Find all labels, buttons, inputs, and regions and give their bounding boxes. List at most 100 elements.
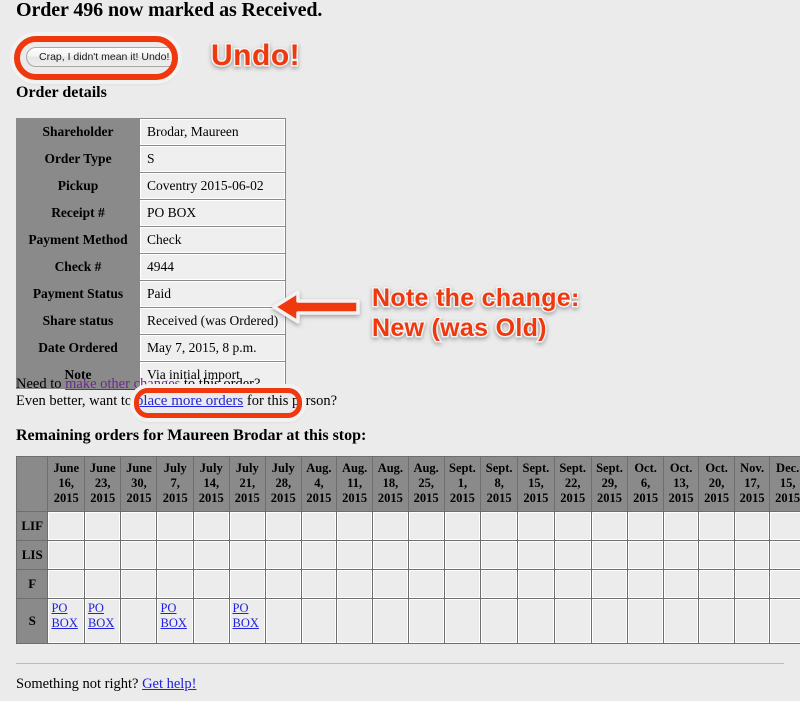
grid-date-header-line: July: [199, 461, 223, 475]
grid-date-header: Aug. 18, 2015: [373, 457, 408, 511]
remaining-orders-tbody: LIF LIS F S PO BOX PO BOX PO BOX PO BOX: [17, 512, 800, 643]
grid-cell: [770, 512, 800, 540]
grid-cell: [444, 599, 481, 643]
grid-date-header-line: 20,: [708, 476, 725, 490]
grid-cell: [84, 541, 121, 569]
grid-date-header-line: 2015: [198, 491, 224, 505]
grid-cell: [734, 541, 770, 569]
grid-cell: [121, 599, 157, 643]
row-label-share-status: Share status: [17, 308, 139, 334]
grid-date-header-line: 21,: [239, 476, 256, 490]
grid-date-header-line: 16,: [58, 476, 75, 490]
grid-cell: [373, 599, 408, 643]
grid-cell: [591, 512, 628, 540]
grid-date-header-line: June: [53, 461, 80, 475]
grid-date-header-line: Sept.: [485, 461, 513, 475]
po-box-link[interactable]: PO BOX: [88, 601, 118, 631]
grid-date-header-line: 2015: [342, 491, 368, 505]
table-row: Pickup Coventry 2015-06-02: [17, 173, 286, 199]
place-orders-paragraph: Even better, want to place more orders f…: [16, 393, 337, 410]
grid-date-header-line: 22,: [564, 476, 581, 490]
grid-date-header-line: 2015: [270, 491, 296, 505]
grid-date-header-line: Sept.: [596, 461, 623, 475]
grid-date-header: July 14, 2015: [194, 457, 229, 511]
grid-date-header: Sept. 29, 2015: [591, 457, 628, 511]
grid-date-header-line: 7,: [170, 476, 180, 490]
grid-date-header-line: June: [126, 461, 152, 475]
grid-date-header-line: 25,: [418, 476, 434, 490]
grid-cell: PO BOX: [157, 599, 193, 643]
grid-date-header-line: 2015: [560, 491, 586, 505]
grid-cell: [699, 599, 734, 643]
grid-corner-cell: [17, 457, 48, 511]
grid-date-header: July 28, 2015: [266, 457, 301, 511]
grid-date-header-line: 2015: [53, 491, 79, 505]
grid-cell: [734, 570, 770, 598]
grid-date-header: Aug. 11, 2015: [337, 457, 373, 511]
grid-date-header: Aug. 4, 2015: [301, 457, 337, 511]
grid-date-header: Aug. 25, 2015: [408, 457, 444, 511]
grid-cell: [591, 599, 628, 643]
grid-cell: [554, 512, 591, 540]
grid-cell: [229, 541, 266, 569]
grid-date-header-line: 2015: [377, 491, 403, 505]
table-row: LIS: [17, 541, 800, 569]
grid-date-header-line: 2015: [633, 491, 659, 505]
grid-cell: [48, 512, 84, 540]
remaining-orders-table: June 16, 2015 June 23, 2015 June 30, 2015 July 7, 2…: [16, 456, 800, 644]
grid-date-header-line: Sept.: [559, 461, 587, 475]
grid-cell: [194, 599, 229, 643]
row-value-payment-status: Paid: [140, 281, 286, 307]
grid-cell: [48, 541, 84, 569]
grid-date-header-line: Oct.: [634, 461, 657, 475]
row-label-check-number: Check #: [17, 254, 139, 280]
grid-cell: [266, 599, 301, 643]
grid-date-header-line: July: [271, 461, 295, 475]
grid-date-header: July 7, 2015: [157, 457, 193, 511]
grid-cell: [337, 599, 373, 643]
grid-date-header-line: Aug.: [306, 461, 332, 475]
place-more-orders-link[interactable]: place more orders: [136, 393, 243, 409]
grid-cell: [373, 570, 408, 598]
grid-row-label-s: S: [17, 599, 48, 643]
grid-date-header-line: 17,: [744, 476, 760, 490]
grid-date-header-line: Aug.: [413, 461, 439, 475]
grid-cell: [734, 512, 770, 540]
grid-date-header-line: 28,: [275, 476, 292, 490]
row-value-share-status: Received (was Ordered): [140, 308, 286, 334]
grid-date-header-line: 14,: [203, 476, 220, 490]
grid-date-header-line: 2015: [90, 491, 116, 505]
grid-cell: [481, 512, 518, 540]
make-other-changes-link[interactable]: make other changes: [65, 376, 180, 392]
grid-cell: [266, 541, 301, 569]
remaining-orders-heading: Remaining orders for Maureen Brodar at t…: [16, 427, 367, 444]
get-help-link[interactable]: Get help!: [142, 676, 196, 692]
grid-date-header: June 23, 2015: [84, 457, 121, 511]
annotation-note-line2: New (was Old): [371, 313, 548, 344]
po-box-link[interactable]: PO BOX: [233, 601, 263, 631]
grid-date-header-line: Aug.: [377, 461, 404, 475]
undo-button[interactable]: Crap, I didn't mean it! Undo!: [26, 47, 183, 67]
grid-date-header-line: 23,: [94, 476, 111, 490]
grid-cell: [337, 541, 373, 569]
grid-cell: PO BOX: [84, 599, 121, 643]
grid-date-header-line: July: [163, 461, 187, 475]
row-value-date-ordered: May 7, 2015, 8 p.m.: [140, 335, 286, 361]
grid-cell: [194, 541, 229, 569]
row-value-receipt: PO BOX: [140, 200, 286, 226]
grid-cell: [229, 512, 266, 540]
grid-cell: [444, 570, 481, 598]
annotation-note-line1: Note the change:: [371, 283, 581, 314]
grid-cell: [481, 541, 518, 569]
po-box-link[interactable]: PO BOX: [160, 601, 190, 631]
grid-date-header-line: 2015: [523, 491, 549, 505]
grid-date-header-line: 13,: [673, 476, 689, 490]
grid-cell: [554, 541, 591, 569]
grid-cell: [301, 599, 337, 643]
po-box-link[interactable]: PO BOX: [51, 601, 81, 631]
table-row: S PO BOX PO BOX PO BOX PO BOX: [17, 599, 800, 643]
grid-cell: [229, 570, 266, 598]
grid-date-header: June 30, 2015: [121, 457, 157, 511]
grid-cell: [663, 512, 699, 540]
row-label-date-ordered: Date Ordered: [17, 335, 139, 361]
